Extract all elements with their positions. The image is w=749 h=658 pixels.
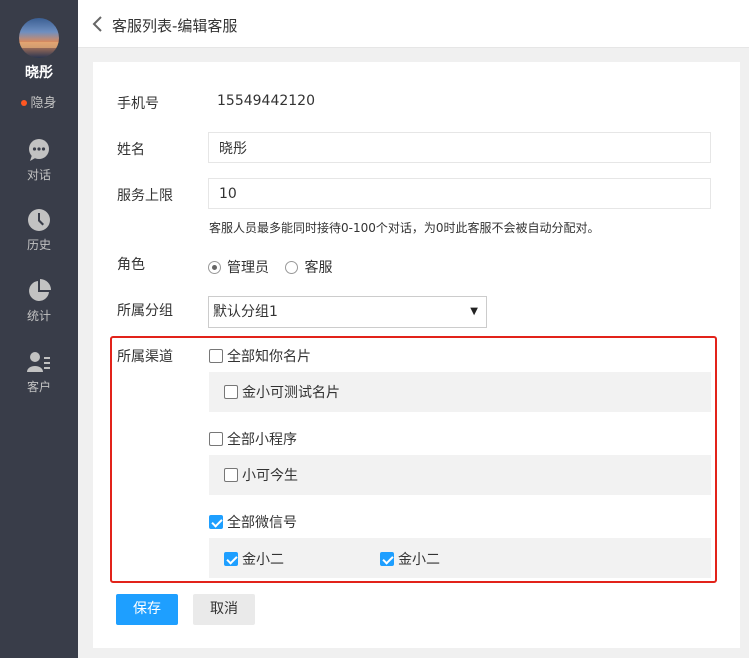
page-title: 客服列表-编辑客服 xyxy=(112,17,238,35)
nav-item-stats[interactable]: 统计 xyxy=(0,279,78,324)
radio-selected-icon[interactable] xyxy=(208,260,221,274)
save-button[interactable]: 保存 xyxy=(116,594,178,625)
nav-item-stats-label: 统计 xyxy=(26,309,51,323)
cancel-button[interactable]: 取消 xyxy=(193,594,255,625)
name-input[interactable] xyxy=(208,132,711,163)
role-option-admin-label: 管理员 xyxy=(227,260,269,276)
user-list-icon xyxy=(27,352,50,372)
service-limit-input[interactable] xyxy=(208,178,711,209)
user-name: 晓彤 xyxy=(25,65,53,81)
phone-label: 手机号 xyxy=(117,96,159,112)
nav-item-history-label: 历史 xyxy=(26,238,51,252)
chevron-left-icon[interactable] xyxy=(92,16,104,32)
group-select[interactable]: 默认分组1 ▼ xyxy=(208,296,487,328)
radio-unselected-icon[interactable] xyxy=(285,260,299,274)
sidebar: 晓彤 隐身 对话 历史 统计 客户 xyxy=(0,0,78,658)
role-option-agent-label: 客服 xyxy=(304,260,333,276)
clock-icon xyxy=(28,209,50,231)
dropdown-arrow-icon: ▼ xyxy=(470,306,478,317)
nav-item-dialog[interactable]: 对话 xyxy=(0,138,78,183)
nav-item-customer[interactable]: 客户 xyxy=(0,350,78,395)
name-label: 姓名 xyxy=(117,142,145,158)
nav-item-history[interactable]: 历史 xyxy=(0,208,78,253)
user-status-label: 隐身 xyxy=(30,96,57,111)
role-option-admin[interactable]: 管理员 xyxy=(208,257,269,277)
nav-item-customer-label: 客户 xyxy=(26,380,51,394)
page-header: 客服列表-编辑客服 xyxy=(78,0,749,48)
pie-chart-icon xyxy=(29,279,51,301)
status-dot-icon xyxy=(21,99,28,106)
chat-bubble-icon xyxy=(29,139,49,161)
service-limit-label: 服务上限 xyxy=(117,188,173,204)
avatar[interactable] xyxy=(19,18,59,58)
user-status[interactable]: 隐身 xyxy=(0,92,78,111)
group-label: 所属分组 xyxy=(117,303,173,319)
role-label: 角色 xyxy=(117,257,145,273)
group-select-value: 默认分组1 xyxy=(213,304,278,320)
channel-highlight-box xyxy=(110,336,717,583)
role-radio-group: 管理员 客服 xyxy=(208,257,344,277)
phone-value: 15549442120 xyxy=(217,93,315,109)
nav-item-dialog-label: 对话 xyxy=(26,168,51,182)
role-option-agent[interactable]: 客服 xyxy=(285,257,332,277)
service-limit-hint: 客服人员最多能同时接待0-100个对话，为0时此客服不会被自动分配对。 xyxy=(209,221,600,235)
